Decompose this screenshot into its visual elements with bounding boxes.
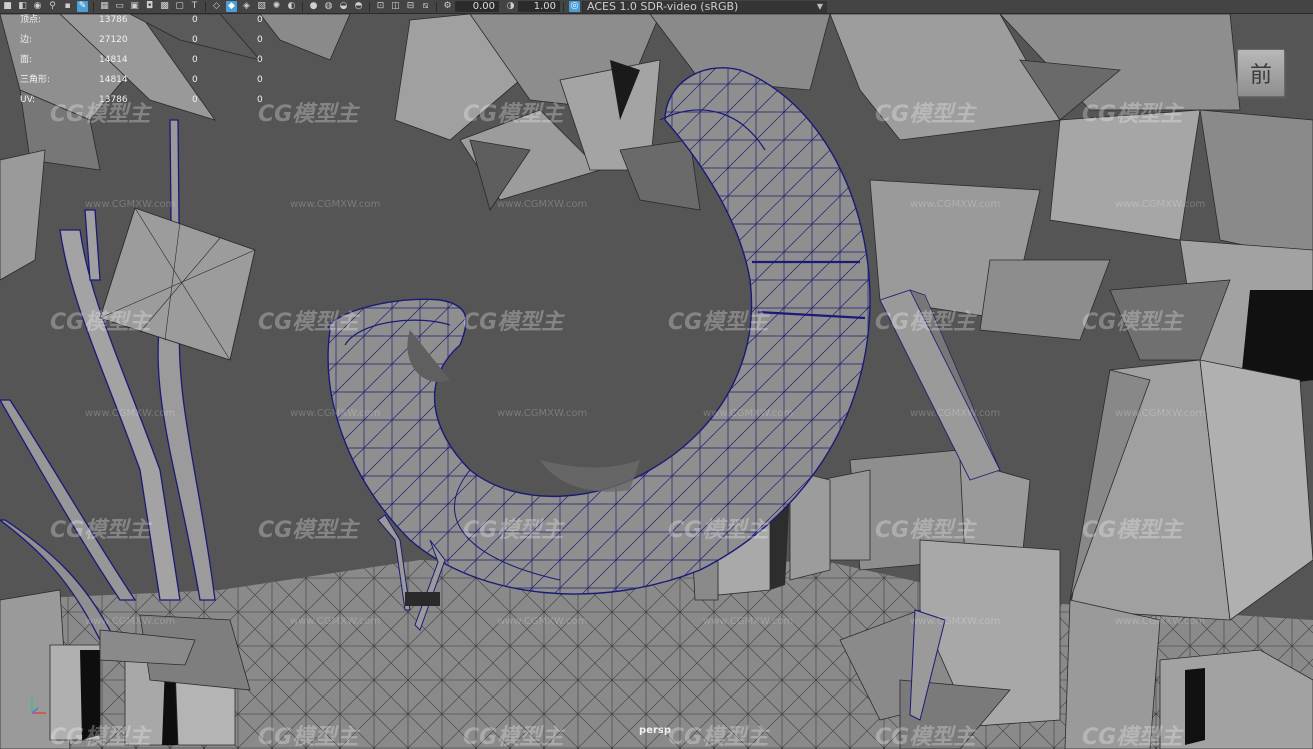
toolbar-divider — [205, 1, 206, 12]
shadows-icon[interactable]: ◐ — [286, 1, 297, 12]
axis-gizmo-icon — [31, 697, 46, 714]
image-plane-icon[interactable]: ▪ — [62, 1, 73, 12]
select-camera-icon[interactable]: ◧ — [17, 1, 28, 12]
exposure-icon[interactable]: ◑ — [505, 1, 516, 12]
camera-attributes-icon[interactable]: ◉ — [32, 1, 43, 12]
pencil-icon[interactable]: ✎ — [77, 1, 88, 12]
use-lights-icon[interactable]: ✺ — [271, 1, 282, 12]
toolbar-divider — [369, 1, 370, 12]
isolate-select-icon[interactable]: ⊡ — [375, 1, 386, 12]
hud-value: 0 — [257, 55, 263, 65]
hud-label: 顶点: — [20, 15, 42, 25]
hud-value: 0 — [257, 95, 263, 105]
textured-icon[interactable]: ▧ — [256, 1, 267, 12]
hud-row-edges: 边: 27120 0 0 — [20, 34, 280, 54]
hud-value: 13786 — [99, 95, 128, 105]
depth-of-field-icon[interactable]: ◓ — [353, 1, 364, 12]
xray-icon[interactable]: ◫ — [390, 1, 401, 12]
hud-label: 面: — [20, 55, 33, 65]
xray-joints-icon[interactable]: ⊟ — [405, 1, 416, 12]
toolbar-divider — [563, 1, 564, 12]
color-management-value: ACES 1.0 SDR-video (sRGB) — [587, 0, 739, 13]
hud-value: 0 — [192, 35, 198, 45]
backface-icon[interactable]: ⧅ — [420, 1, 431, 12]
grid-icon[interactable]: ▦ — [99, 1, 110, 12]
gamma-icon[interactable]: ⚙ — [442, 1, 453, 12]
anti-aliasing-icon[interactable]: ◒ — [338, 1, 349, 12]
hud-value: 0 — [192, 75, 198, 85]
hud-value: 0 — [257, 75, 263, 85]
film-gate-icon[interactable]: ▭ — [114, 1, 125, 12]
safe-action-icon[interactable]: ▢ — [174, 1, 185, 12]
hud-value: 13786 — [99, 15, 128, 25]
wireframe-icon[interactable]: ◇ — [211, 1, 222, 12]
hud-row-faces: 面: 14814 0 0 — [20, 54, 280, 74]
hud-value: 0 — [192, 55, 198, 65]
color-management-icon[interactable]: ◎ — [569, 1, 580, 12]
field-chart-icon[interactable]: ▩ — [159, 1, 170, 12]
hud-value: 14814 — [99, 55, 128, 65]
3d-viewport[interactable]: CG模型主 CG模型主 CG模型主 CG模型主 CG模型主 CG模型主 CG模型… — [0, 14, 1313, 749]
toolbar-divider — [93, 1, 94, 12]
resolution-gate-icon[interactable]: ▣ — [129, 1, 140, 12]
wireframe-on-shaded-icon[interactable]: ◈ — [241, 1, 252, 12]
hud-value: 27120 — [99, 35, 128, 45]
hud-value: 14814 — [99, 75, 128, 85]
hud-label: 边: — [20, 35, 33, 45]
screen-space-ao-icon[interactable]: ● — [308, 1, 319, 12]
hud-row-triangles: 三角形: 14814 0 0 — [20, 74, 280, 94]
scene-render — [0, 14, 1313, 749]
hud-row-vertices: 顶点: 13786 0 0 — [20, 14, 280, 34]
exposure-field[interactable]: 1.00 — [518, 1, 560, 12]
tree-trunk-right — [1069, 359, 1313, 621]
hud-label: 三角形: — [20, 75, 51, 85]
hud-value: 0 — [257, 15, 263, 25]
color-management-dropdown[interactable]: ACES 1.0 SDR-video (sRGB) ▼ — [582, 0, 827, 13]
viewport-panel-toolbar: ■ ◧ ◉ ⚲ ▪ ✎ ▦ ▭ ▣ ◘ ▩ ▢ T ◇ ◆ ◈ ▧ ✺ ◐ ● … — [0, 0, 1313, 14]
gamma-field[interactable]: 0.00 — [455, 1, 499, 12]
camera-icon[interactable]: ■ — [2, 1, 13, 12]
view-cube[interactable]: 前 — [1237, 49, 1285, 97]
gate-mask-icon[interactable]: ◘ — [144, 1, 155, 12]
hud-value: 0 — [257, 35, 263, 45]
motion-blur-icon[interactable]: ◍ — [323, 1, 334, 12]
hud-row-uvs: UV: 13786 0 0 — [20, 94, 280, 114]
bookmark-icon[interactable]: ⚲ — [47, 1, 58, 12]
poly-count-hud: 顶点: 13786 0 0 边: 27120 0 0 面: 14814 0 0 … — [20, 14, 280, 114]
smooth-shade-icon[interactable]: ◆ — [226, 1, 237, 12]
safe-title-icon[interactable]: T — [189, 1, 200, 12]
view-cube-face-label: 前 — [1249, 63, 1272, 88]
hud-value: 0 — [192, 15, 198, 25]
toolbar-divider — [436, 1, 437, 12]
toolbar-divider — [302, 1, 303, 12]
hud-value: 0 — [192, 95, 198, 105]
hud-label: UV: — [20, 95, 36, 105]
camera-name-label: persp — [639, 725, 671, 736]
chevron-down-icon: ▼ — [816, 1, 823, 11]
